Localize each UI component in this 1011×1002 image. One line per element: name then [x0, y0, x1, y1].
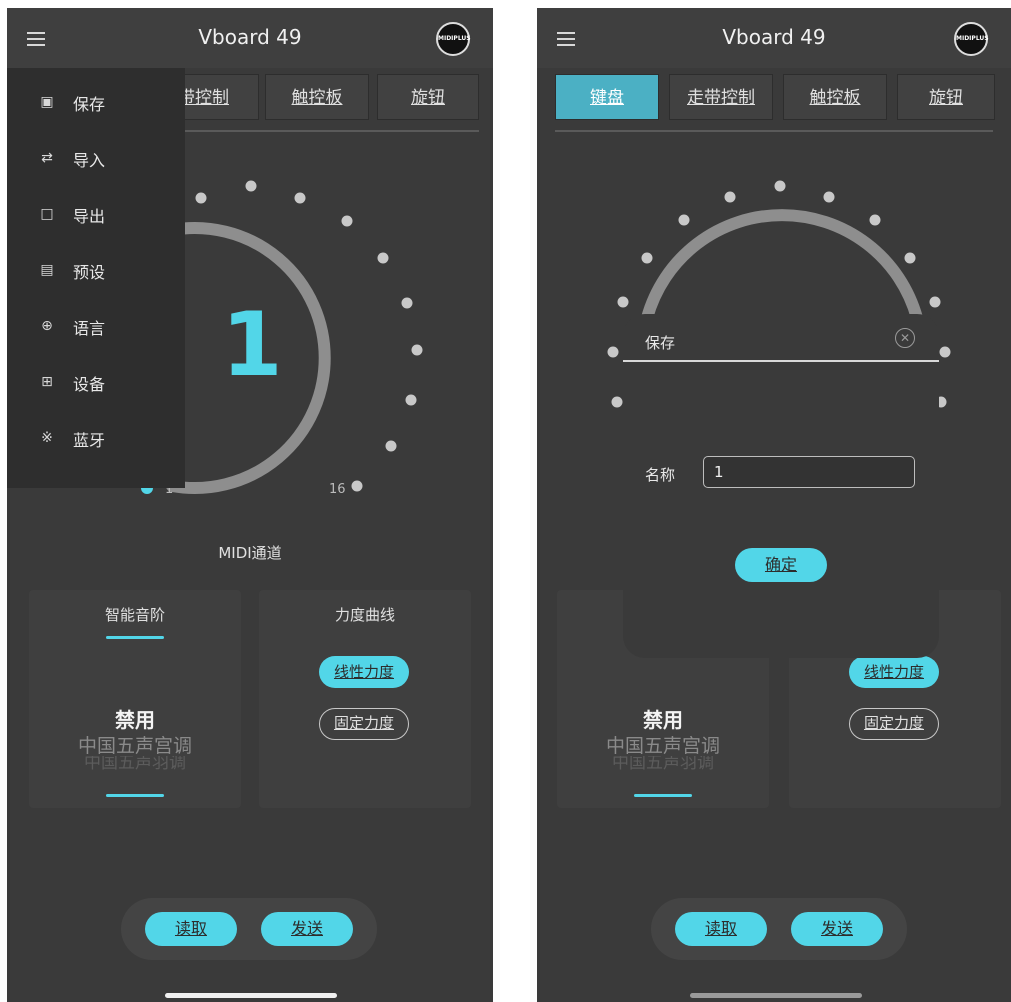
dial-caption: MIDI通道	[218, 544, 282, 562]
scale-option-faded[interactable]: 中国五声羽调	[29, 756, 241, 772]
home-indicator[interactable]	[165, 993, 337, 998]
tab-keyboard[interactable]: 键盘	[555, 74, 659, 120]
dialog-divider	[623, 360, 939, 362]
menu-item-label: 导入	[73, 151, 106, 170]
dial-value: 1	[221, 293, 283, 396]
save-dialog: 保存 ✕ 名称 确定	[623, 314, 939, 658]
confirm-button[interactable]: 确定	[735, 548, 827, 582]
scale-option[interactable]: 中国五声宫调	[29, 731, 241, 758]
menu-item-label: 设备	[73, 375, 106, 394]
read-button[interactable]: 读取	[675, 912, 767, 946]
phone-screen-save-dialog: Vboard 49 MIDIPLUS 键盘 走带控制 触控板 旋钮 禁用 中国五…	[537, 8, 1011, 1002]
menu-item-bluetooth[interactable]: ※ 蓝牙	[7, 420, 185, 460]
phone-screen-menu-open: Vboard 49 MIDIPLUS 带控制 触控板 旋钮 1 1 16 MID…	[7, 8, 493, 1002]
folder-icon: □	[40, 206, 54, 222]
smart-scale-card: 智能音阶 禁用 中国五声宫调 中国五声羽调	[29, 590, 241, 808]
import-icon: ⇄	[41, 150, 53, 166]
menu-item-label: 保存	[73, 95, 106, 114]
scale-picker-bottom-bar	[106, 794, 164, 797]
close-icon[interactable]: ✕	[895, 328, 915, 348]
fixed-velocity-button[interactable]: 固定力度	[319, 708, 409, 740]
linear-velocity-button[interactable]: 线性力度	[849, 656, 939, 688]
brand-logo-icon: MIDIPLUS	[436, 22, 471, 56]
scale-selected[interactable]: 禁用	[29, 704, 241, 733]
brand-logo-icon: MIDIPLUS	[954, 22, 989, 56]
fixed-velocity-button[interactable]: 固定力度	[849, 708, 939, 740]
bottom-action-bar: 读取 发送	[121, 898, 377, 960]
app-title: Vboard 49	[198, 25, 302, 49]
document-icon: ▤	[40, 262, 54, 278]
dialog-title: 保存	[645, 334, 676, 352]
velocity-curve-title: 力度曲线	[334, 606, 395, 624]
send-button[interactable]: 发送	[261, 912, 353, 946]
tab-transport[interactable]: 走带控制	[669, 74, 773, 120]
tab-knobs[interactable]: 旋钮	[377, 74, 479, 120]
send-button[interactable]: 发送	[791, 912, 883, 946]
menu-item-label: 蓝牙	[73, 431, 106, 450]
menu-item-label: 预设	[73, 263, 106, 282]
globe-icon: ⊕	[41, 318, 53, 334]
side-menu: ▣ 保存 ⇄ 导入 □ 导出 ▤ 预设 ⊕ 语言 ⊞ 设备 ※ 蓝牙	[7, 68, 185, 488]
bluetooth-icon: ※	[41, 430, 53, 446]
bottom-action-bar: 读取 发送	[651, 898, 907, 960]
scale-picker-top-bar	[106, 636, 164, 639]
dial-arc	[641, 209, 923, 324]
home-indicator[interactable]	[690, 993, 862, 998]
menu-item-presets[interactable]: ▤ 预设	[7, 252, 185, 292]
tab-knobs[interactable]: 旋钮	[897, 74, 995, 120]
tab-touchpad[interactable]: 触控板	[265, 74, 369, 120]
menu-item-label: 语言	[73, 319, 106, 338]
menu-item-label: 导出	[73, 207, 106, 226]
menu-item-save[interactable]: ▣ 保存	[7, 84, 185, 124]
scale-picker-bottom-bar	[634, 794, 692, 797]
menu-item-language[interactable]: ⊕ 语言	[7, 308, 185, 348]
linear-velocity-button[interactable]: 线性力度	[319, 656, 409, 688]
scale-option-faded[interactable]: 中国五声羽调	[557, 756, 769, 772]
tab-touchpad[interactable]: 触控板	[783, 74, 887, 120]
velocity-curve-card: 力度曲线 线性力度 固定力度	[259, 590, 471, 808]
save-icon: ▣	[40, 94, 54, 110]
tab-divider	[555, 130, 993, 132]
grid-icon: ⊞	[41, 374, 53, 390]
scale-option[interactable]: 中国五声宫调	[557, 731, 769, 758]
dial-max-label: 16	[329, 482, 346, 497]
tab-transport[interactable]: 带控制	[177, 74, 259, 120]
top-bar: Vboard 49 MIDIPLUS	[537, 8, 1011, 68]
name-label: 名称	[645, 466, 676, 484]
app-title: Vboard 49	[722, 25, 826, 49]
smart-scale-title: 智能音阶	[104, 606, 165, 624]
top-bar: Vboard 49 MIDIPLUS	[7, 8, 493, 68]
read-button[interactable]: 读取	[145, 912, 237, 946]
tab-bar: 键盘 走带控制 触控板 旋钮	[555, 74, 995, 122]
menu-item-device[interactable]: ⊞ 设备	[7, 364, 185, 404]
menu-item-export[interactable]: □ 导出	[7, 196, 185, 236]
scale-selected[interactable]: 禁用	[557, 704, 769, 733]
menu-item-import[interactable]: ⇄ 导入	[7, 140, 185, 180]
name-input[interactable]	[703, 456, 915, 488]
